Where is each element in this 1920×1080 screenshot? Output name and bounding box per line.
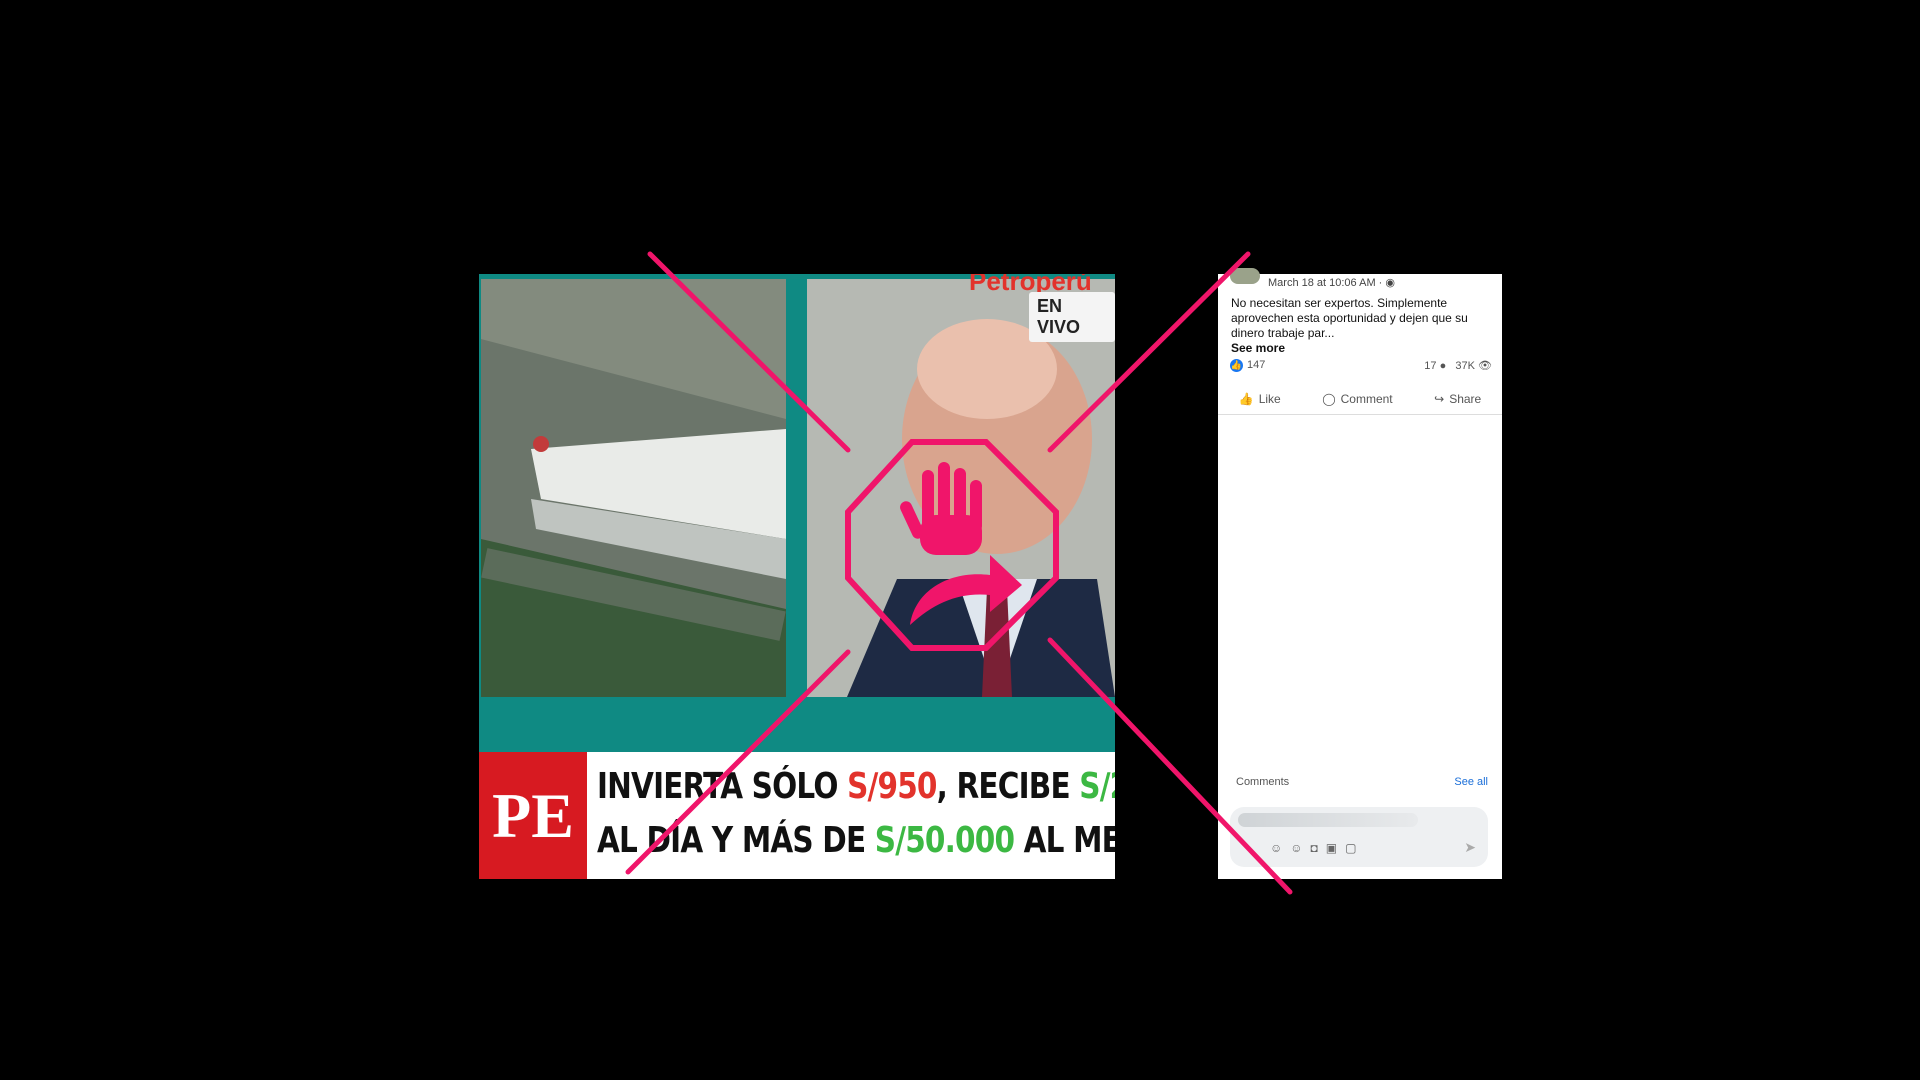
avatar-sticker-icon[interactable]: ☺ (1270, 841, 1290, 855)
thumbs-up-icon: 👍 (1238, 392, 1254, 406)
eye-icon: 👁 (1478, 360, 1492, 372)
share-button[interactable]: ↪ Share (1434, 392, 1481, 406)
comment-icon: ◯ (1322, 392, 1336, 406)
comment-bubble-icon: ● (1439, 360, 1447, 372)
post-stats: 👍 147 17 ● 37K 👁 (1230, 359, 1492, 375)
like-reaction-icon: 👍 (1230, 359, 1243, 372)
post-text: No necesitan ser expertos. Simplemente a… (1231, 296, 1468, 340)
aerial-scene (481, 279, 786, 697)
globe-icon: ◉ (1385, 277, 1395, 289)
share-icon: ↪ (1434, 392, 1445, 406)
post-timestamp[interactable]: March 18 at 10:06 AM · ◉ (1268, 276, 1395, 289)
see-more-link[interactable]: See more (1231, 341, 1285, 355)
emoji-icon[interactable]: ☺ (1290, 841, 1310, 855)
gif-icon[interactable]: ▣ (1326, 841, 1345, 855)
channel-logo: PE (479, 752, 587, 879)
sticker-icon[interactable]: ▢ (1345, 841, 1364, 855)
comment-input[interactable]: ☺☺◘▣▢ ➤ (1230, 807, 1488, 867)
ticker-line-1: INVIERTA SÓLO S/950, RECIBE S/2000 (597, 766, 1115, 807)
comment-tool-icons: ☺☺◘▣▢ (1270, 841, 1364, 855)
see-all-link[interactable]: See all (1454, 776, 1488, 788)
comments-header: Comments See all (1236, 776, 1488, 788)
avatar[interactable] (1230, 268, 1260, 284)
aerial-view-pane (481, 279, 786, 697)
comment-button[interactable]: ◯ Comment (1322, 392, 1392, 406)
news-ticker: PE INVIERTA SÓLO S/950, RECIBE S/2000 AL… (479, 752, 1115, 879)
like-button[interactable]: 👍 Like (1239, 392, 1281, 406)
ticker-headline: INVIERTA SÓLO S/950, RECIBE S/2000 AL DÍ… (597, 760, 1115, 868)
facebook-post-panel: March 18 at 10:06 AM · ◉ No necesitan se… (1218, 268, 1502, 879)
ticker-line-2: AL DÍA Y MÁS DE S/50.000 AL MES (597, 820, 1115, 861)
blurred-comment-text (1238, 813, 1418, 827)
live-badge: EN VIVO (1029, 292, 1115, 342)
reactions[interactable]: 👍 147 (1230, 359, 1265, 372)
post-action-bar: 👍 Like ◯ Comment ↪ Share (1218, 384, 1502, 415)
send-icon[interactable]: ➤ (1464, 839, 1476, 856)
camera-icon[interactable]: ◘ (1311, 841, 1326, 855)
video-frame: Petroperú EN VIVO PE INVIERTA SÓLO S/950… (479, 274, 1115, 879)
counts: 17 ● 37K 👁 (1424, 360, 1492, 372)
